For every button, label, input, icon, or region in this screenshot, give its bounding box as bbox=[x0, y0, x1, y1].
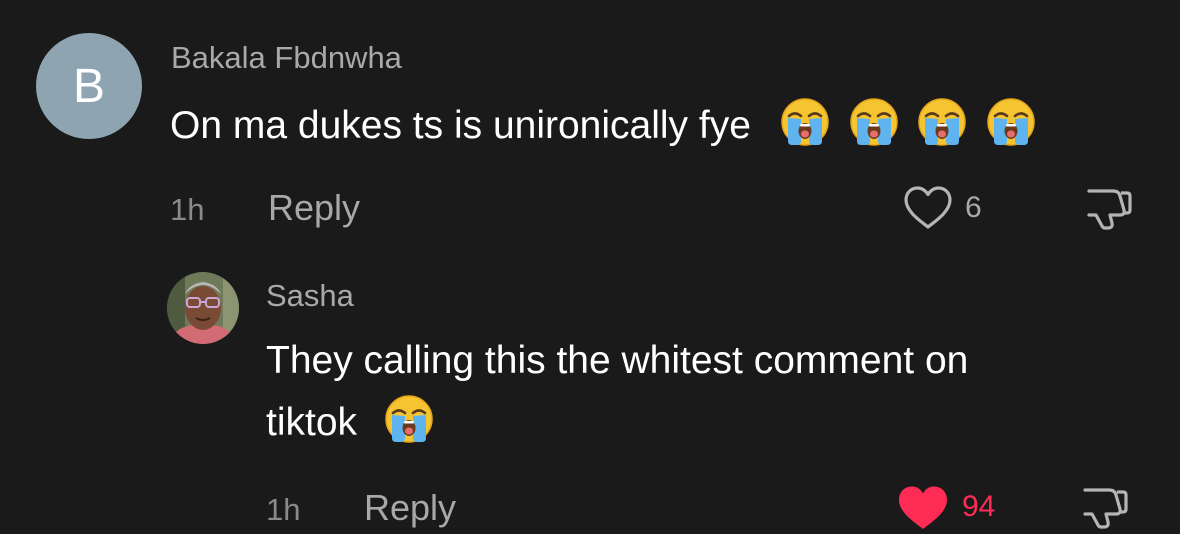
loudly-crying-face-icon bbox=[986, 97, 1036, 147]
reply-button[interactable]: Reply bbox=[268, 187, 360, 229]
comment-timestamp: 1h bbox=[170, 192, 205, 227]
comment-text: On ma dukes ts is unironically fye bbox=[170, 95, 1036, 157]
reply-text: They calling this the whitest comment on… bbox=[266, 330, 968, 454]
reply-timestamp: 1h bbox=[266, 492, 301, 527]
thumbs-down-icon[interactable] bbox=[1083, 183, 1135, 233]
reply-body-line-2: tiktok bbox=[266, 392, 968, 454]
loudly-crying-face-icon bbox=[917, 97, 967, 147]
heart-outline-icon[interactable] bbox=[902, 185, 954, 231]
reply-body-line-2-text: tiktok bbox=[266, 401, 358, 444]
like-count: 6 bbox=[965, 191, 982, 224]
reply-button[interactable]: Reply bbox=[364, 487, 456, 529]
heart-filled-icon[interactable] bbox=[896, 484, 950, 532]
like-count: 94 bbox=[962, 490, 996, 523]
loudly-crying-face-icon bbox=[849, 97, 899, 147]
reply-body-line-1: They calling this the whitest comment on bbox=[266, 339, 969, 382]
avatar[interactable] bbox=[167, 272, 239, 344]
loudly-crying-face-icon bbox=[780, 97, 830, 147]
loudly-crying-face-icon bbox=[384, 394, 434, 444]
thumbs-down-icon[interactable] bbox=[1079, 482, 1131, 532]
profile-photo-image bbox=[167, 272, 239, 344]
comment-body: On ma dukes ts is unironically fye bbox=[170, 104, 751, 147]
avatar-letter: B bbox=[72, 59, 105, 113]
comment-username[interactable]: Bakala Fbdnwha bbox=[171, 40, 402, 76]
avatar[interactable]: B bbox=[36, 33, 142, 139]
reply-username[interactable]: Sasha bbox=[266, 278, 354, 314]
